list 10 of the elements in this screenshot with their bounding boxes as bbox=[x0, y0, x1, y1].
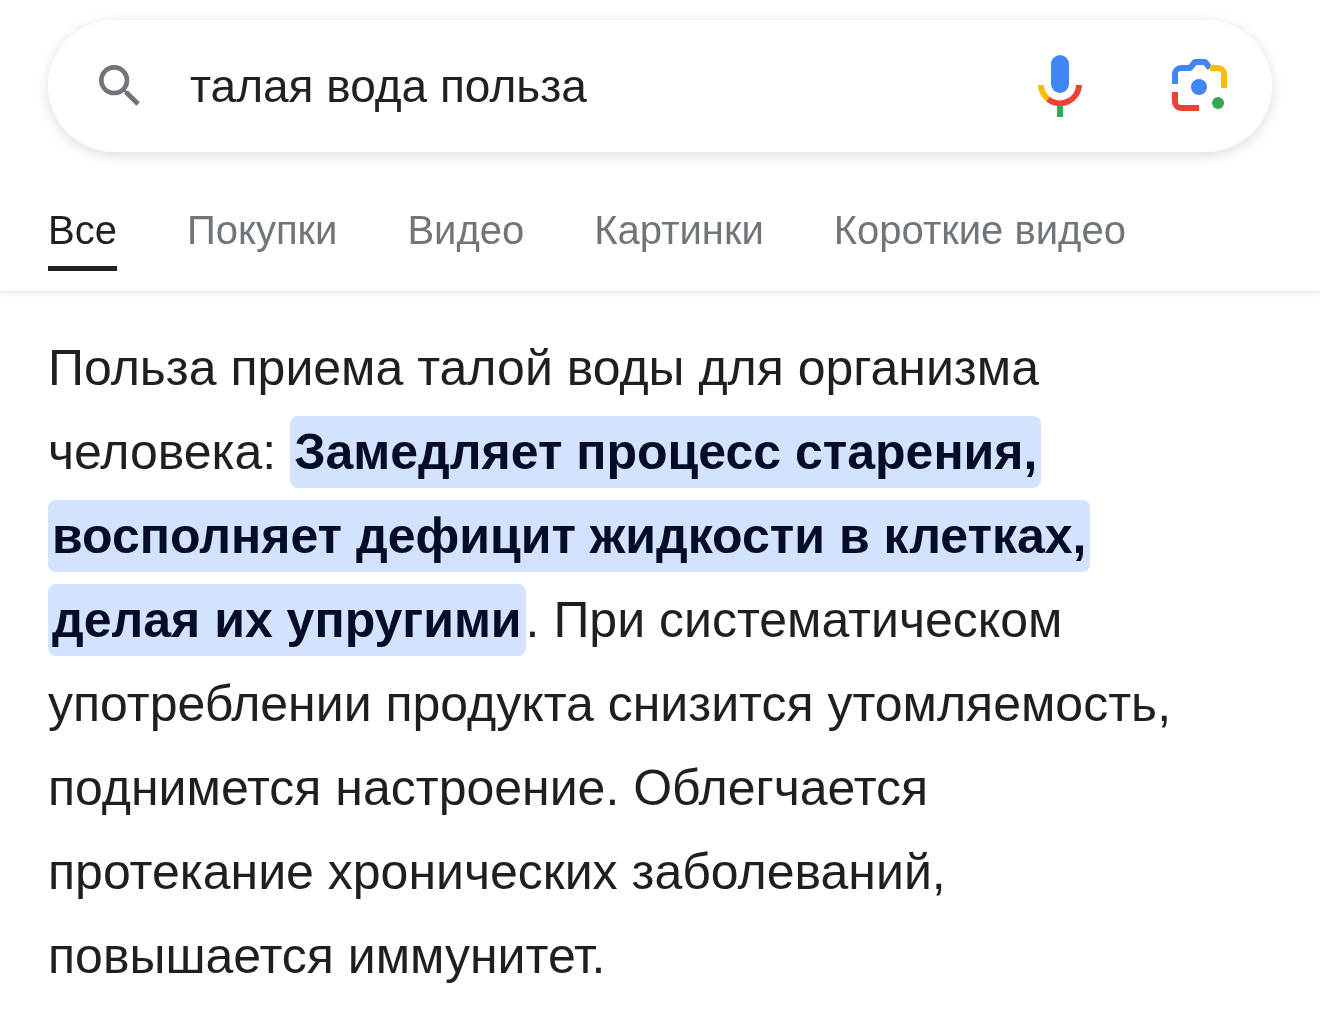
camera-lens-icon[interactable] bbox=[1172, 58, 1228, 114]
microphone-icon[interactable] bbox=[1038, 55, 1082, 117]
answer-paragraph: Польза приема талой воды для организма человека: Замедляет процесс старения, восполняет дефицит жидкости в клетках, делая их упругими. При систематическом употреблении продукта снизится утомляемость, поднимется настроение. Облегчается протекание хронических заболеваний, повышается иммунитет. bbox=[48, 339, 1173, 986]
tab[interactable]: Видео bbox=[407, 196, 525, 271]
tab[interactable]: Картинки bbox=[594, 196, 764, 271]
tab[interactable]: Короткие видео bbox=[833, 196, 1126, 271]
search-query[interactable]: талая вода польза bbox=[190, 51, 1038, 121]
search-bar[interactable]: талая вода польза bbox=[48, 20, 1272, 152]
tab[interactable]: Все bbox=[48, 196, 117, 271]
tab[interactable]: Покупки bbox=[186, 196, 338, 271]
